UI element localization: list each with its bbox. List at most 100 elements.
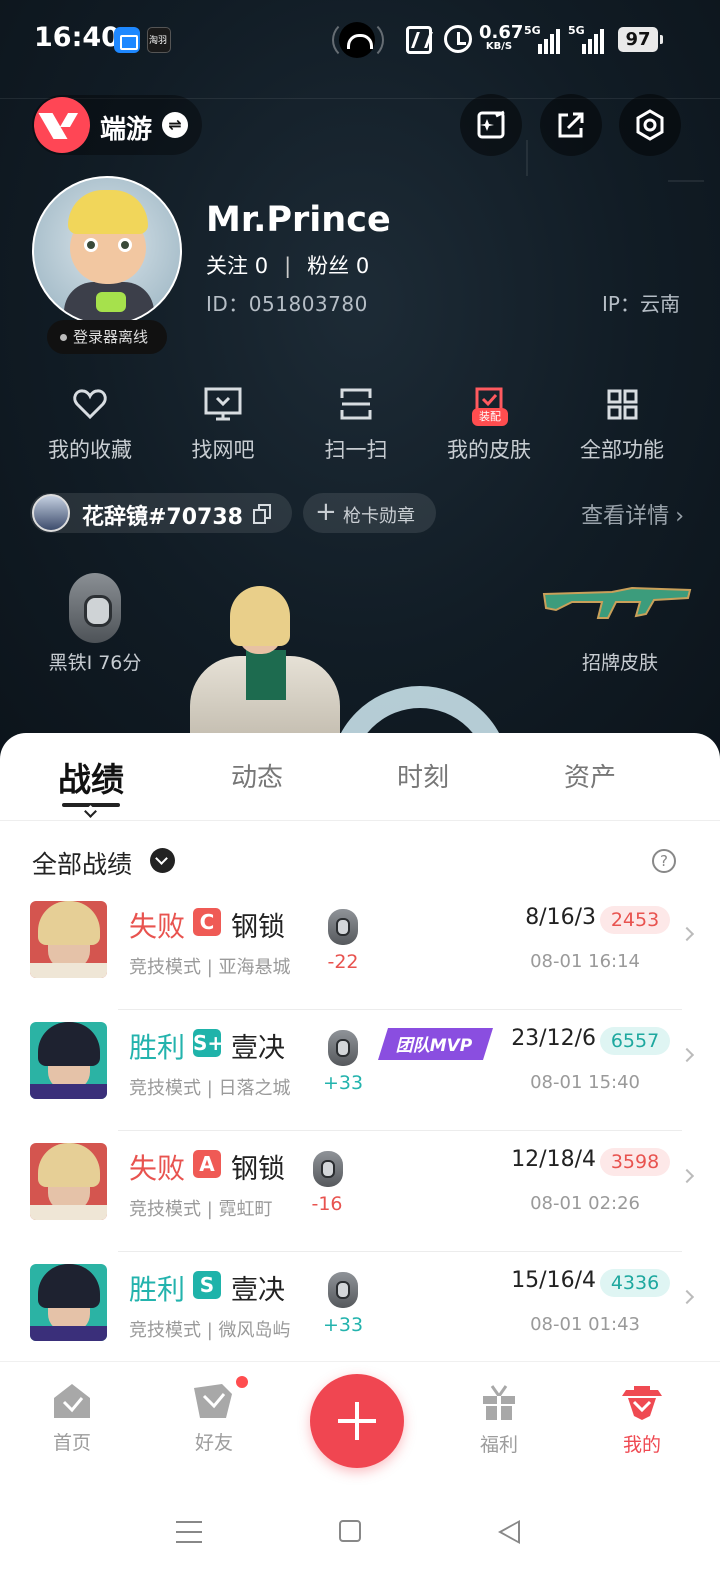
agent-portrait-hair <box>38 1143 100 1187</box>
signature-skin-label: 招牌皮肤 <box>581 652 658 674</box>
follow-divider: | <box>284 254 292 278</box>
match-time: 08-01 15:40 <box>530 1072 640 1093</box>
rifle-skin-image[interactable] <box>542 584 692 624</box>
match-kda: 15/16/4 <box>511 1268 596 1293</box>
rank-label: 黑铁I 76分 <box>48 652 142 674</box>
view-details-link[interactable]: 查看详情 › <box>581 498 684 530</box>
agent-name: 壹决 <box>231 1033 285 1064</box>
gift-icon <box>483 1385 515 1420</box>
rank-emblem-icon[interactable] <box>69 573 121 643</box>
agent-name: 钢锁 <box>231 1154 285 1185</box>
chevron-down-icon[interactable] <box>150 848 175 873</box>
home-button-icon[interactable] <box>339 1520 361 1542</box>
quick-action-scan[interactable]: 扫一扫 <box>296 386 416 464</box>
swap-icon: ⇌ <box>162 112 188 138</box>
following-link[interactable]: 关注 0 <box>206 254 268 278</box>
match-kda: 23/12/6 <box>511 1026 596 1051</box>
rank-icon <box>328 1030 358 1066</box>
bottom-nav: 首页 好友 福利 我的 <box>0 1361 720 1486</box>
following-label: 关注 <box>206 254 248 278</box>
game-account-name: 花辞镜#70738 <box>82 505 243 530</box>
game-account-pill[interactable]: 花辞镜#70738 <box>30 493 292 533</box>
copy-icon[interactable] <box>252 503 272 525</box>
signal-bar <box>600 29 604 54</box>
nav-benefits[interactable]: 福利 <box>449 1382 549 1457</box>
friends-icon <box>194 1384 232 1418</box>
plus-icon: + <box>315 497 337 527</box>
match-mode-map: 竞技模式 | 日落之城 <box>129 1078 291 1099</box>
match-score-badge: 3598 <box>600 1148 670 1176</box>
quick-action-all[interactable]: 全部功能 <box>562 386 682 464</box>
records-filter[interactable]: 全部战绩 <box>32 845 132 881</box>
recents-icon[interactable] <box>176 1521 202 1543</box>
rank-icon <box>328 1272 358 1308</box>
match-row[interactable]: 胜利 S+ 壹决 竞技模式 | 日落之城 +33 团队MVP 23/12/6 6… <box>0 1010 720 1131</box>
help-icon[interactable]: ? <box>652 849 676 873</box>
chevron-right-icon <box>679 1047 695 1063</box>
signal-bar <box>582 44 586 54</box>
rank-icon <box>313 1151 343 1187</box>
back-icon[interactable] <box>498 1520 520 1544</box>
match-time: 08-01 02:26 <box>530 1193 640 1214</box>
notification-dot <box>234 1374 250 1390</box>
team-mvp-badge: 团队MVP <box>378 1028 493 1060</box>
game-switch-button[interactable]: 端游 ⇌ <box>32 95 202 155</box>
match-grade-badge: C <box>193 908 221 936</box>
avatar-camera <box>96 292 126 312</box>
match-mode-map: 竞技模式 | 微风岛屿 <box>129 1320 291 1341</box>
create-post-button[interactable] <box>310 1374 404 1468</box>
signal-bar <box>538 44 542 54</box>
quick-action-netcafe[interactable]: 找网吧 <box>163 386 283 464</box>
tab-moments[interactable]: 时刻 <box>363 757 483 794</box>
avatar-hair <box>68 190 148 234</box>
tab-assets[interactable]: 资产 <box>530 757 650 794</box>
match-row[interactable]: 胜利 S 壹决 竞技模式 | 微风岛屿 +33 15/16/4 4336 08-… <box>0 1252 720 1373</box>
equip-tag: 装配 <box>472 408 508 426</box>
match-row[interactable]: 失败 C 钢锁 竞技模式 | 亚海悬城 -22 8/16/3 2453 08-0… <box>0 889 720 1010</box>
card-badge-button[interactable]: + 枪卡勋章 <box>303 493 436 533</box>
match-row[interactable]: 失败 A 钢锁 竞技模式 | 霓虹町 -16 12/18/4 3598 08-0… <box>0 1131 720 1252</box>
match-result: 胜利 <box>129 1031 186 1064</box>
profile-icon <box>622 1386 662 1420</box>
followers-label: 粉丝 <box>307 254 350 278</box>
match-mode-map: 竞技模式 | 霓虹町 <box>129 1199 273 1220</box>
quick-action-label: 我的收藏 <box>48 438 132 462</box>
battery-icon: 97 <box>618 27 663 52</box>
match-kda: 8/16/3 <box>525 905 596 930</box>
followers-count: 0 <box>355 254 370 278</box>
share-button[interactable] <box>540 94 602 156</box>
system-nav-bar <box>0 1486 720 1584</box>
avatar[interactable] <box>32 176 182 326</box>
agent-portrait <box>30 1022 107 1099</box>
signal-generation: 5G <box>568 24 585 37</box>
profile-hero: 16:40 淘羽 0.67 KB/S 5G 5G 97 端游 ⇌ 登录器离线 M… <box>0 0 720 760</box>
launcher-status-badge: 登录器离线 <box>47 320 167 354</box>
followers-link[interactable]: 粉丝 0 <box>307 254 369 278</box>
nav-label: 我的 <box>622 1434 661 1456</box>
clock: 16:40 <box>34 22 120 53</box>
monitor-icon <box>204 387 242 421</box>
launcher-status-text: 登录器离线 <box>73 328 149 346</box>
quick-action-label: 找网吧 <box>191 438 255 462</box>
tab-records[interactable]: 战绩 <box>31 753 151 801</box>
nav-label: 福利 <box>479 1434 518 1456</box>
network-speed-value: 0.67 <box>479 22 524 43</box>
match-result: 失败 <box>129 910 186 943</box>
nav-friends[interactable]: 好友 <box>164 1382 264 1455</box>
quick-action-favorites[interactable]: 我的收藏 <box>30 386 150 464</box>
records-panel: 战绩 动态 时刻 资产 全部战绩 ? 失败 C 钢锁 竞技模式 | 亚海悬城 -… <box>0 733 720 1584</box>
alarm-icon <box>444 25 472 53</box>
agent-portrait-collar <box>30 1326 107 1341</box>
match-grade-badge: S+ <box>193 1029 225 1057</box>
add-post-button[interactable] <box>460 94 522 156</box>
agent-portrait <box>30 1143 107 1220</box>
rank-icon <box>328 909 358 945</box>
game-account-avatar <box>32 494 70 532</box>
active-tab-indicator <box>62 803 120 807</box>
nav-me[interactable]: 我的 <box>592 1382 692 1457</box>
agent-portrait-collar <box>30 963 107 978</box>
nav-home[interactable]: 首页 <box>22 1382 122 1455</box>
match-score-badge: 4336 <box>600 1269 670 1297</box>
settings-button[interactable] <box>619 94 681 156</box>
tab-activity[interactable]: 动态 <box>197 757 317 794</box>
